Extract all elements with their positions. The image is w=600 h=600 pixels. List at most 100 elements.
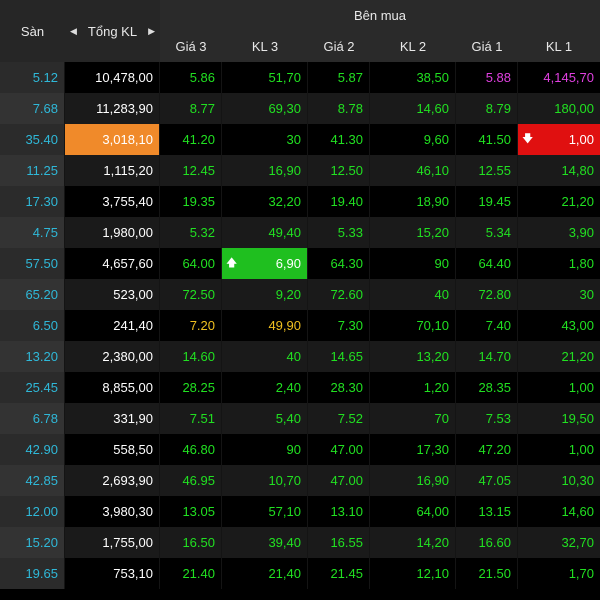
cell-value: 13.15 xyxy=(478,504,511,519)
header-col-label: KL 2 xyxy=(399,38,427,54)
table-row[interactable]: 15.20 1,755,00 16.50 39,40 16.55 14,20 16.60 32… xyxy=(0,527,600,558)
cell-k3: 39,40 xyxy=(222,527,308,558)
table-row[interactable]: 17.30 3,755,40 19.35 32,20 19.40 18,90 19.45 21… xyxy=(0,186,600,217)
table-row[interactable]: 42.90 558,50 46.80 90 47.00 17,30 47.20 1,00 xyxy=(0,434,600,465)
cell-value: 64.40 xyxy=(478,256,511,271)
cell-k3: 🡅 6,90 xyxy=(222,248,308,279)
cell-tkl: 753,10 xyxy=(65,558,160,589)
cell-tkl: 523,00 xyxy=(65,279,160,310)
cell-g3: 46.80 xyxy=(160,434,222,465)
cell-g3: 72.50 xyxy=(160,279,222,310)
cell-value: 13.20 xyxy=(25,349,58,364)
cell-value: 5.32 xyxy=(189,225,215,240)
cell-g1: 47.20 xyxy=(456,434,518,465)
cell-k1: 1,70 xyxy=(518,558,600,589)
cell-san: 15.20 xyxy=(0,527,65,558)
cell-value: 19,50 xyxy=(561,411,594,426)
cell-value: 19.40 xyxy=(330,194,363,209)
cell-k1: 19,50 xyxy=(518,403,600,434)
header-tong-kl[interactable]: ◀ Tổng KL ▶ xyxy=(65,0,160,62)
cell-value: 15,20 xyxy=(416,225,449,240)
cell-g1: 7.53 xyxy=(456,403,518,434)
header-col-3[interactable]: KL 2 xyxy=(370,30,456,62)
cell-value: 7.52 xyxy=(337,411,363,426)
cell-g3: 64.00 xyxy=(160,248,222,279)
right-arrow-icon[interactable]: ▶ xyxy=(148,26,155,37)
cell-g3: 13.05 xyxy=(160,496,222,527)
cell-value: 2,693,90 xyxy=(102,473,153,488)
cell-value: 72.80 xyxy=(478,287,511,302)
cell-k3: 57,10 xyxy=(222,496,308,527)
cell-value: 180,00 xyxy=(554,101,594,116)
cell-g3: 46.95 xyxy=(160,465,222,496)
cell-value: 7.53 xyxy=(485,411,511,426)
cell-g1: 64.40 xyxy=(456,248,518,279)
cell-value: 1,980,00 xyxy=(102,225,153,240)
cell-value: 3,980,30 xyxy=(102,504,153,519)
header-san-label: Sàn xyxy=(20,23,45,39)
cell-value: 47.00 xyxy=(330,473,363,488)
header-col-4[interactable]: Giá 1 xyxy=(456,30,518,62)
cell-value: 46,10 xyxy=(416,163,449,178)
cell-k1: 43,00 xyxy=(518,310,600,341)
cell-g3: 5.86 xyxy=(160,62,222,93)
header-col-label: Giá 2 xyxy=(323,38,355,54)
table-row[interactable]: 7.68 11,283,90 8.77 69,30 8.78 14,60 8.79 180,0… xyxy=(0,93,600,124)
cell-k2: 16,90 xyxy=(370,465,456,496)
table-row[interactable]: 65.20 523,00 72.50 9,20 72.60 40 72.80 30 xyxy=(0,279,600,310)
cell-k1: 14,60 xyxy=(518,496,600,527)
cell-g1: 7.40 xyxy=(456,310,518,341)
table-row[interactable]: 42.85 2,693,90 46.95 10,70 47.00 16,90 47.05 10… xyxy=(0,465,600,496)
cell-g2: 12.50 xyxy=(308,155,370,186)
cell-k2: 90 xyxy=(370,248,456,279)
cell-value: 14,80 xyxy=(561,163,594,178)
cell-value: 42.90 xyxy=(25,442,58,457)
cell-tkl: 1,115,20 xyxy=(65,155,160,186)
cell-value: 1,70 xyxy=(568,566,594,581)
cell-value: 43,00 xyxy=(561,318,594,333)
cell-g2: 13.10 xyxy=(308,496,370,527)
cell-value: 47.00 xyxy=(330,442,363,457)
table-row[interactable]: 11.25 1,115,20 12.45 16,90 12.50 46,10 12.55 14… xyxy=(0,155,600,186)
cell-tkl: 4,657,60 xyxy=(65,248,160,279)
cell-value: 41.50 xyxy=(478,132,511,147)
cell-value: 13.10 xyxy=(330,504,363,519)
header-col-0[interactable]: Giá 3 xyxy=(160,30,222,62)
table-row[interactable]: 4.75 1,980,00 5.32 49,40 5.33 15,20 5.34 3,90 xyxy=(0,217,600,248)
cell-g2: 5.87 xyxy=(308,62,370,93)
cell-value: 47.20 xyxy=(478,442,511,457)
table-row[interactable]: 6.78 331,90 7.51 5,40 7.52 70 7.53 19,50 xyxy=(0,403,600,434)
table-row[interactable]: 6.50 241,40 7.20 49,90 7.30 70,10 7.40 43,00 xyxy=(0,310,600,341)
cell-value: 46.80 xyxy=(182,442,215,457)
cell-value: 35.40 xyxy=(25,132,58,147)
header-col-2[interactable]: Giá 2 xyxy=(308,30,370,62)
cell-tkl: 331,90 xyxy=(65,403,160,434)
table-row[interactable]: 12.00 3,980,30 13.05 57,10 13.10 64,00 13.15 14… xyxy=(0,496,600,527)
table-row[interactable]: 19.65 753,10 21.40 21,40 21.45 12,10 21.50 1,70 xyxy=(0,558,600,589)
cell-k3: 21,40 xyxy=(222,558,308,589)
cell-value: 16.60 xyxy=(478,535,511,550)
cell-g2: 14.65 xyxy=(308,341,370,372)
header-col-1[interactable]: KL 3 xyxy=(222,30,308,62)
left-arrow-icon[interactable]: ◀ xyxy=(70,26,77,37)
cell-k3: 40 xyxy=(222,341,308,372)
cell-g1: 19.45 xyxy=(456,186,518,217)
cell-k1: 🡇 1,00 xyxy=(518,124,600,155)
cell-tkl: 2,693,90 xyxy=(65,465,160,496)
cell-value: 21,40 xyxy=(268,566,301,581)
table-row[interactable]: 35.40 3,018,10 41.20 30 41.30 9,60 41.50 🡇 1,00 xyxy=(0,124,600,155)
header-col-5[interactable]: KL 1 xyxy=(518,30,600,62)
table-row[interactable]: 5.12 10,478,00 5.86 51,70 5.87 38,50 5.88 4,145… xyxy=(0,62,600,93)
cell-k1: 1,00 xyxy=(518,372,600,403)
cell-value: 4,657,60 xyxy=(102,256,153,271)
cell-san: 42.90 xyxy=(0,434,65,465)
cell-value: 523,00 xyxy=(113,287,153,302)
cell-san: 19.65 xyxy=(0,558,65,589)
table-row[interactable]: 57.50 4,657,60 64.00 🡅 6,90 64.30 90 64.40 1,80 xyxy=(0,248,600,279)
cell-value: 64,00 xyxy=(416,504,449,519)
table-row[interactable]: 13.20 2,380,00 14.60 40 14.65 13,20 14.70 21,20 xyxy=(0,341,600,372)
table-row[interactable]: 25.45 8,855,00 28.25 2,40 28.30 1,20 28.35 1,00 xyxy=(0,372,600,403)
cell-value: 10,70 xyxy=(268,473,301,488)
header-san[interactable]: Sàn xyxy=(0,0,65,62)
cell-value: 1,00 xyxy=(568,442,594,457)
